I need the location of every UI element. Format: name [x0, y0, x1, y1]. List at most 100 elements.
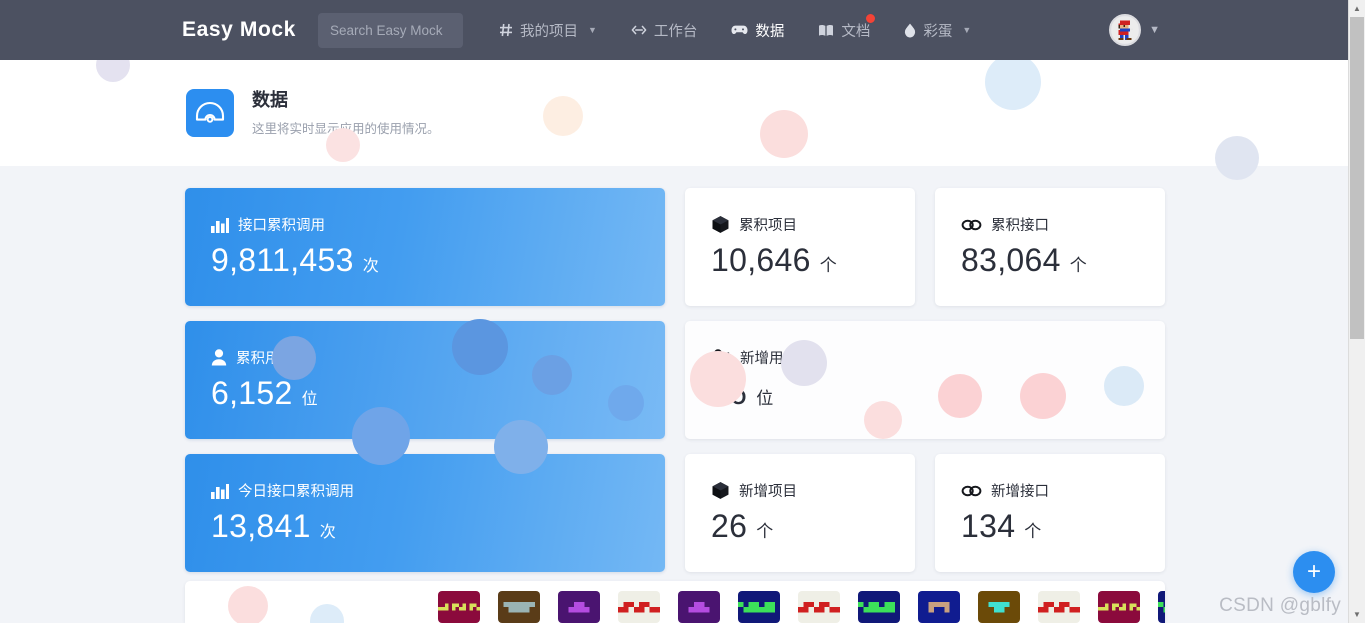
user-menu[interactable]: ▼: [1109, 14, 1160, 46]
nav-item-label: 数据: [755, 23, 785, 40]
card-value: 13,841 次: [211, 508, 665, 545]
card-number: 134: [961, 508, 1016, 544]
recent-avatars-panel: [185, 581, 1165, 623]
brand-logo[interactable]: Easy Mock: [182, 18, 296, 42]
card-unit: 个: [1024, 522, 1042, 541]
pixel-sprite-2[interactable]: [498, 591, 540, 623]
card-header: 新增项目: [711, 480, 915, 501]
card-value: 16 位: [711, 375, 1165, 412]
card-header: 新增用户: [711, 347, 1165, 368]
card-unit: 个: [756, 522, 774, 541]
card-number: 6,152: [211, 375, 293, 411]
page-scrollbar[interactable]: ▲ ▼: [1348, 0, 1365, 623]
nav-item-docs[interactable]: 文档: [818, 12, 877, 41]
card-unit: 位: [301, 391, 318, 408]
card-unit: 次: [362, 258, 379, 275]
add-button[interactable]: +: [1293, 551, 1335, 593]
stats-row-2: 累积用户 6,152 位 新增用户 16 位: [185, 321, 1165, 439]
card-unit: 位: [756, 389, 774, 408]
nav-items: 我的项目 ▼ 工作台 数据 文档 彩蛋 ▼: [499, 12, 1005, 41]
card-number: 13,841: [211, 508, 311, 544]
card-label: 今日接口累积调用: [238, 484, 354, 500]
card-value: 6,152 位: [211, 375, 665, 412]
stat-card-new-projects[interactable]: 新增项目 26 个: [685, 454, 915, 572]
card-header: 累积用户: [211, 347, 665, 368]
card-value: 134 个: [961, 508, 1165, 545]
nav-item-my-projects[interactable]: 我的项目 ▼: [499, 20, 597, 41]
stat-card-today-api-calls[interactable]: 今日接口累积调用 13,841 次: [185, 454, 665, 572]
card-number: 26: [711, 508, 748, 544]
stat-card-new-apis[interactable]: 新增接口 134 个: [935, 454, 1165, 572]
pixel-sprite-8[interactable]: [858, 591, 900, 623]
card-value: 26 个: [711, 508, 915, 545]
scrollbar-thumb[interactable]: [1350, 17, 1364, 339]
page-title: 数据: [252, 90, 288, 111]
card-number: 9,811,453: [211, 242, 354, 278]
nav-item-workbench[interactable]: 工作台: [631, 20, 698, 41]
search-input[interactable]: [317, 12, 463, 48]
dashboard-gauge-icon: [186, 89, 234, 137]
stat-card-total-projects[interactable]: 累积项目 10,646 个: [685, 188, 915, 306]
user-icon: [211, 349, 227, 366]
link-icon: [961, 218, 982, 232]
pixel-sprite-4[interactable]: [618, 591, 660, 623]
stat-card-new-users[interactable]: 新增用户 16 位: [685, 321, 1165, 439]
stat-card-total-apis[interactable]: 累积接口 83,064 个: [935, 188, 1165, 306]
pixel-sprite-9[interactable]: [918, 591, 960, 623]
card-header: 接口累积调用: [211, 214, 665, 235]
top-navbar: Easy Mock 我的项目 ▼ 工作台 数据: [0, 0, 1348, 60]
card-label: 累积项目: [739, 218, 797, 234]
user-plus-icon: [711, 349, 731, 366]
stat-card-total-users[interactable]: 累积用户 6,152 位: [185, 321, 665, 439]
nav-item-label: 我的项目: [519, 23, 578, 40]
card-header: 今日接口累积调用: [211, 480, 665, 501]
avatar-sprite-row: [438, 591, 1165, 623]
scroll-down-icon[interactable]: ▼: [1349, 606, 1365, 623]
notification-badge: [865, 12, 877, 24]
card-unit: 个: [1069, 256, 1087, 275]
pixel-sprite-5[interactable]: [678, 591, 720, 623]
book-icon: [818, 24, 834, 37]
card-unit: 次: [319, 524, 336, 541]
content-area: 接口累积调用 9,811,453 次 累积项目 10,646 个 累积接口 83…: [0, 166, 1348, 623]
nav-item-label: 工作台: [653, 23, 698, 40]
card-header: 新增接口: [961, 480, 1165, 501]
card-header: 累积接口: [961, 214, 1165, 235]
bar-chart-icon: [211, 217, 229, 233]
nav-item-easter-egg[interactable]: 彩蛋 ▼: [904, 20, 971, 41]
card-value: 10,646 个: [711, 242, 915, 279]
nav-item-data[interactable]: 数据: [731, 20, 784, 41]
pixel-sprite-6[interactable]: [738, 591, 780, 623]
pixel-sprite-7[interactable]: [798, 591, 840, 623]
stats-row-1: 接口累积调用 9,811,453 次 累积项目 10,646 个 累积接口 83…: [185, 188, 1165, 306]
page-header: 数据 这里将实时显示应用的使用情况。: [0, 60, 1348, 166]
card-label: 累积用户: [236, 351, 294, 367]
pixel-sprite-13[interactable]: [1158, 591, 1165, 623]
card-label: 新增用户: [740, 351, 798, 367]
cube-icon: [711, 215, 730, 234]
card-number: 16: [711, 375, 748, 411]
hash-icon: [499, 23, 513, 37]
scroll-up-icon[interactable]: ▲: [1349, 0, 1365, 17]
stat-card-total-api-calls[interactable]: 接口累积调用 9,811,453 次: [185, 188, 665, 306]
card-value: 9,811,453 次: [211, 242, 665, 279]
stats-grid: 接口累积调用 9,811,453 次 累积项目 10,646 个 累积接口 83…: [185, 188, 1165, 572]
card-label: 新增项目: [739, 484, 797, 500]
watermark: CSDN @gblfy: [1219, 595, 1341, 616]
card-header: 累积项目: [711, 214, 915, 235]
chevron-down-icon: ▼: [962, 25, 972, 35]
pixel-sprite-1[interactable]: [438, 591, 480, 623]
card-value: 83,064 个: [961, 242, 1165, 279]
chevron-down-icon: ▼: [1149, 24, 1160, 36]
cube-icon: [711, 481, 730, 500]
app-root: 接口累积调用 9,811,453 次 累积项目 10,646 个 累积接口 83…: [0, 0, 1365, 623]
pixel-sprite-11[interactable]: [1038, 591, 1080, 623]
mario-avatar[interactable]: [1109, 14, 1142, 46]
pixel-sprite-3[interactable]: [558, 591, 600, 623]
page-header-text: 数据 这里将实时显示应用的使用情况。: [252, 89, 440, 136]
pixel-sprite-12[interactable]: [1098, 591, 1140, 623]
gamepad-icon: [731, 24, 748, 36]
pixel-sprite-10[interactable]: [978, 591, 1020, 623]
code-brackets-icon: [631, 24, 647, 36]
card-label: 新增接口: [991, 484, 1049, 500]
